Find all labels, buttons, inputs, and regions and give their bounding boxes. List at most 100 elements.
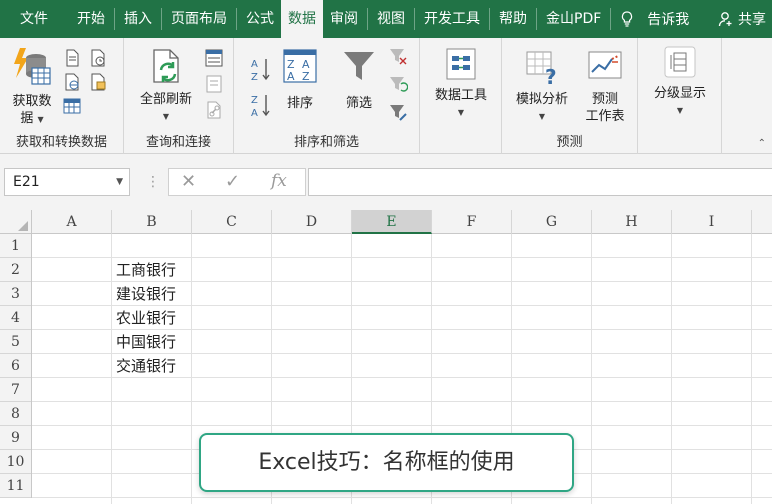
column-headers: A B C D E F G H I [0, 210, 772, 234]
group-data-tools: 数据工具 ▼ [420, 38, 502, 154]
ribbon: 获取数 据 ▼ 获取和转换数据 全部刷新 ▼ 查询和连接 A Z Z A Z A… [0, 38, 772, 154]
formula-input[interactable] [308, 168, 772, 196]
refresh-icon [153, 49, 179, 83]
queries-connections-icon[interactable] [204, 48, 224, 68]
sort-label: 排序 [286, 96, 313, 111]
row-header[interactable]: 3 [0, 282, 31, 306]
row-header[interactable]: 11 [0, 474, 31, 498]
filter-button[interactable]: 筛选 [334, 48, 384, 112]
select-all-button[interactable] [0, 210, 32, 234]
sort-descending-icon[interactable]: ZA [250, 92, 272, 118]
cell-b5[interactable]: 中国银行 [112, 330, 176, 354]
tab-help[interactable]: 帮助 [492, 0, 534, 38]
collapse-ribbon-icon[interactable]: ⌃ [758, 138, 766, 149]
data-tools-button[interactable]: 数据工具 ▼ [426, 46, 496, 121]
chevron-down-icon: ▼ [162, 112, 170, 121]
row-header[interactable]: 5 [0, 330, 31, 354]
name-box[interactable]: E21 ▼ [4, 168, 130, 196]
enter-check-icon[interactable]: ✓ [225, 171, 240, 192]
existing-connections-icon[interactable] [88, 72, 108, 92]
chevron-down-icon: ▼ [538, 112, 546, 121]
cell-b2[interactable]: 工商银行 [112, 258, 176, 282]
tab-home[interactable]: 开始 [70, 0, 112, 38]
tab-formulas[interactable]: 公式 [239, 0, 281, 38]
what-if-label: 模拟分析 [515, 92, 568, 107]
from-web-icon[interactable] [62, 72, 82, 92]
column-header-g[interactable]: G [512, 210, 592, 234]
chevron-down-icon: ▼ [457, 108, 465, 117]
column-header-c[interactable]: C [192, 210, 272, 234]
clear-filter-icon[interactable] [388, 46, 408, 66]
cell-b6[interactable]: 交通银行 [112, 354, 176, 378]
formula-bar: E21 ▼ ⋮ ✕ ✓ fx [0, 154, 772, 210]
cancel-icon[interactable]: ✕ [181, 171, 196, 192]
outline-button[interactable]: 分级显示 ▼ [642, 44, 718, 119]
get-data-button[interactable]: 获取数 据 ▼ [6, 44, 58, 128]
column-header-i[interactable]: I [672, 210, 752, 234]
svg-text:A: A [287, 70, 295, 83]
grip-dots-icon[interactable]: ⋮ [146, 174, 160, 190]
refresh-all-button[interactable]: 全部刷新 ▼ [132, 46, 200, 125]
row-header[interactable]: 9 [0, 426, 31, 450]
cell-b3[interactable]: 建设银行 [112, 282, 176, 306]
tab-insert[interactable]: 插入 [117, 0, 159, 38]
cell-b4[interactable]: 农业银行 [112, 306, 176, 330]
tab-separator [161, 8, 162, 30]
sort-dialog-icon: Z A A Z [283, 49, 317, 83]
funnel-icon [344, 52, 374, 80]
group-label-forecast: 预测 [556, 135, 583, 150]
what-if-analysis-button[interactable]: ? 模拟分析 ▼ [510, 48, 574, 125]
tab-separator [489, 8, 490, 30]
row-header[interactable]: 4 [0, 306, 31, 330]
sort-ascending-icon[interactable]: AZ [250, 56, 272, 82]
tab-separator [236, 8, 237, 30]
from-table-icon[interactable] [62, 96, 82, 116]
tab-separator [536, 8, 537, 30]
lightbulb-icon [622, 11, 633, 27]
group-get-transform: 获取数 据 ▼ 获取和转换数据 [0, 38, 124, 154]
row-header[interactable]: 6 [0, 354, 31, 378]
row-header[interactable]: 10 [0, 450, 31, 474]
advanced-filter-icon[interactable] [388, 102, 408, 122]
insert-function-button[interactable]: fx [271, 171, 287, 191]
tab-developer[interactable]: 开发工具 [417, 0, 487, 38]
outline-label: 分级显示 [653, 86, 706, 101]
recent-sources-icon[interactable] [88, 48, 108, 68]
outline-icon [664, 46, 696, 78]
group-forecast: ? 模拟分析 ▼ 预测 工作表 预测 [502, 38, 638, 154]
data-tools-label: 数据工具 [434, 88, 487, 103]
column-header-d[interactable]: D [272, 210, 352, 234]
tab-data[interactable]: 数据 [281, 0, 323, 38]
chevron-down-icon[interactable]: ▼ [116, 169, 123, 195]
tab-file[interactable]: 文件 [0, 0, 70, 38]
from-text-icon[interactable] [62, 48, 82, 68]
tab-view[interactable]: 视图 [370, 0, 412, 38]
sort-button[interactable]: Z A A Z 排序 [278, 48, 322, 112]
edit-links-icon[interactable] [204, 100, 224, 120]
column-header-f[interactable]: F [432, 210, 512, 234]
column-header-b[interactable]: B [112, 210, 192, 234]
row-header[interactable]: 7 [0, 378, 31, 402]
column-header-a[interactable]: A [32, 210, 112, 234]
tab-separator [114, 8, 115, 30]
svg-text:Z: Z [302, 70, 310, 83]
tab-review[interactable]: 审阅 [323, 0, 365, 38]
share-button[interactable]: 共享 [718, 0, 766, 38]
row-header[interactable]: 2 [0, 258, 31, 282]
get-data-label-2: 据 [20, 111, 34, 126]
row-header[interactable]: 8 [0, 402, 31, 426]
formula-buttons: ✕ ✓ fx [168, 168, 306, 196]
tab-page-layout[interactable]: 页面布局 [164, 0, 234, 38]
row-header[interactable]: 1 [0, 234, 31, 258]
group-queries-connections: 全部刷新 ▼ 查询和连接 [124, 38, 234, 154]
column-header-e[interactable]: E [352, 210, 432, 234]
svg-text:Z: Z [251, 72, 258, 82]
tell-me-search[interactable]: 告诉我 [621, 9, 689, 29]
tab-kingsoft-pdf[interactable]: 金山PDF [539, 0, 608, 38]
properties-icon[interactable] [204, 74, 224, 94]
column-header-h[interactable]: H [592, 210, 672, 234]
forecast-sheet-button[interactable]: 预测 工作表 [576, 48, 634, 125]
svg-text:?: ? [545, 65, 557, 86]
ribbon-tab-bar: 文件 开始 插入 页面布局 公式 数据 审阅 视图 开发工具 帮助 金山PDF … [0, 0, 772, 38]
reapply-filter-icon[interactable] [388, 74, 408, 94]
